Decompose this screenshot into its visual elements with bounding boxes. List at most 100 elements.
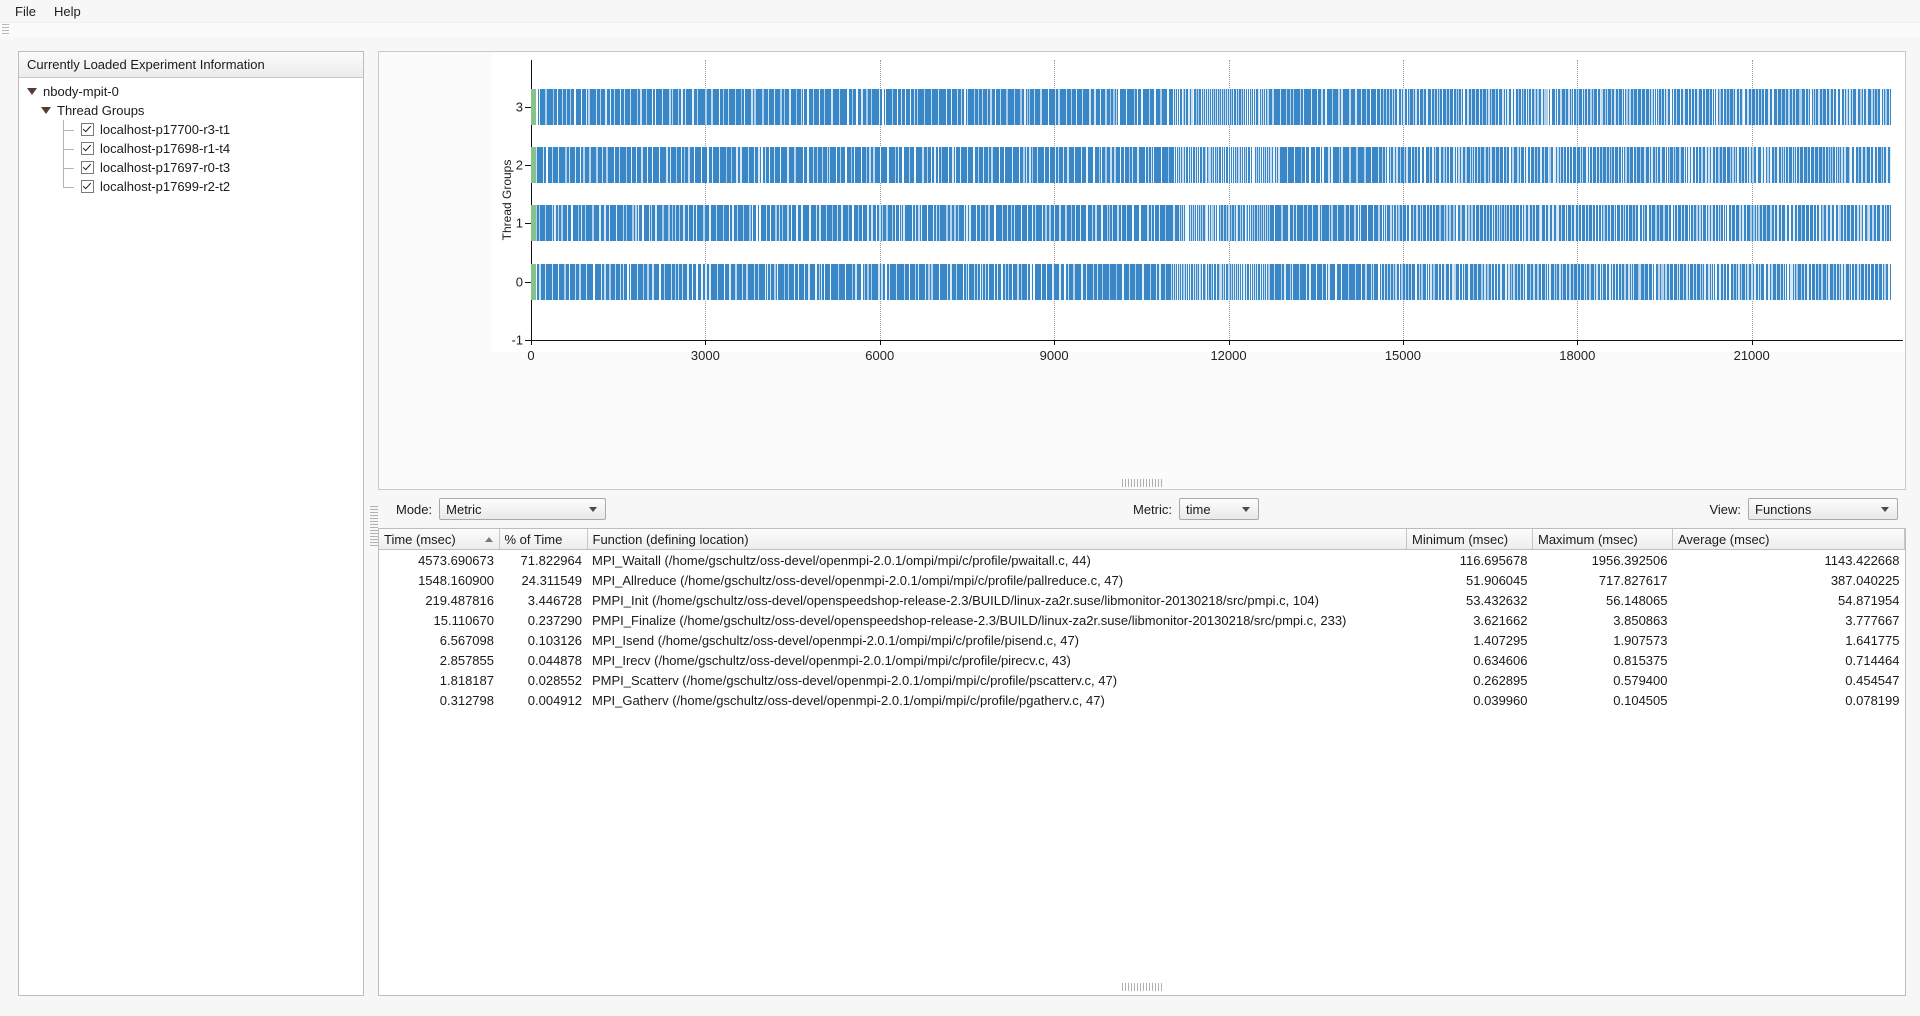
metric-label: Metric: xyxy=(1133,501,1172,517)
cell-avg: 0.078199 xyxy=(1845,692,1900,708)
cell-fn: MPI_Isend (/home/gschultz/oss-devel/open… xyxy=(592,632,1080,648)
cell-avg: 1143.422668 xyxy=(1824,552,1900,568)
cell-time: 4573.690673 xyxy=(418,552,494,568)
metric-control: Metric: time xyxy=(1133,498,1259,520)
column-header-maximum[interactable]: Maximum (msec) xyxy=(1532,529,1673,550)
cell-avg: 0.454547 xyxy=(1845,672,1900,688)
cell-time: 1548.160900 xyxy=(418,572,494,588)
view-control: View: Functions xyxy=(1709,498,1898,520)
cell-max: 0.104505 xyxy=(1613,692,1668,708)
x-tick-mark xyxy=(1402,340,1404,345)
y-tick-label: 1 xyxy=(515,215,523,231)
cell-max: 1956.392506 xyxy=(1591,552,1668,568)
column-header-average[interactable]: Average (msec) xyxy=(1672,529,1905,550)
thread-checkbox[interactable] xyxy=(81,123,94,136)
cell-max: 0.579400 xyxy=(1613,672,1668,688)
thread-checkbox[interactable] xyxy=(81,161,94,174)
tree-node-thread-2[interactable]: localhost-p17697-r0-t3 xyxy=(19,158,363,177)
cell-pct: 0.028552 xyxy=(527,672,582,688)
table-row[interactable]: 2.857855 0.044878 MPI_Irecv (/home/gschult… xyxy=(379,650,1905,670)
column-header-label: Minimum (msec) xyxy=(1412,531,1509,547)
cell-fn: MPI_Gatherv (/home/gschultz/oss-devel/op… xyxy=(592,692,1105,708)
chevron-down-icon[interactable] xyxy=(41,107,51,114)
timeline-bar-events xyxy=(536,263,1893,300)
x-tick-label: 9000 xyxy=(1039,348,1069,363)
experiment-info-header: Currently Loaded Experiment Information xyxy=(19,52,363,78)
x-tick-label: 3000 xyxy=(690,348,720,363)
x-tick-mark xyxy=(1751,340,1753,345)
timeline-bar-events xyxy=(536,147,1892,183)
chart-resize-grip[interactable] xyxy=(1122,479,1162,487)
mode-dropdown[interactable]: Metric xyxy=(439,498,607,520)
menu-item-file[interactable]: File xyxy=(6,2,45,21)
x-tick-mark xyxy=(1228,340,1230,345)
thread-checkbox[interactable] xyxy=(81,180,94,193)
tree-connector xyxy=(63,177,79,196)
table-row[interactable]: 1548.160900 24.311549 MPI_Allreduce (/home… xyxy=(379,570,1905,590)
column-header-minimum[interactable]: Minimum (msec) xyxy=(1406,529,1533,550)
tree-node-thread-3[interactable]: localhost-p17699-r2-t2 xyxy=(19,177,363,196)
cell-max: 1.907573 xyxy=(1613,632,1668,648)
chevron-down-icon xyxy=(589,506,598,512)
table-resize-grip[interactable] xyxy=(1122,983,1162,991)
cell-min: 116.695678 xyxy=(1459,552,1528,568)
cell-pct: 71.822964 xyxy=(520,552,582,568)
timeline-bar[interactable] xyxy=(531,263,1893,300)
chevron-down-icon xyxy=(1881,506,1889,512)
metric-dropdown[interactable]: time xyxy=(1179,498,1259,520)
column-header-function[interactable]: Function (defining location) xyxy=(587,529,1407,550)
table-row[interactable]: 15.110670 0.237290 PMPI_Finalize (/home/gs… xyxy=(379,610,1905,630)
mode-value: Metric xyxy=(446,501,482,517)
chevron-down-icon[interactable] xyxy=(27,88,37,95)
timeline-bar-events xyxy=(536,88,1891,125)
x-tick-label: 21000 xyxy=(1733,348,1770,363)
cell-min: 51.906045 xyxy=(1466,572,1528,588)
menu-item-help[interactable]: Help xyxy=(45,2,90,21)
column-header-label: % of Time xyxy=(504,531,563,547)
cell-pct: 0.044878 xyxy=(527,652,582,668)
toolbar-drag-handle[interactable] xyxy=(2,24,9,36)
tree-node-experiment-root[interactable]: nbody-mpit-0 xyxy=(19,82,363,101)
tree-node-thread-0[interactable]: localhost-p17700-r3-t1 xyxy=(19,120,363,139)
cell-max: 56.148065 xyxy=(1606,592,1668,608)
y-tick-label: 2 xyxy=(515,157,523,173)
menu-bar: File Help xyxy=(0,0,1920,23)
view-dropdown[interactable]: Functions xyxy=(1748,498,1898,520)
cell-time: 1.818187 xyxy=(439,672,494,688)
cell-time: 219.487816 xyxy=(425,592,494,608)
tree-node-thread-1[interactable]: localhost-p17698-r1-t4 xyxy=(19,139,363,158)
x-tick-label: 12000 xyxy=(1210,348,1247,363)
cell-min: 53.432632 xyxy=(1466,592,1528,608)
chevron-down-icon xyxy=(1242,506,1250,512)
x-tick-label: 15000 xyxy=(1384,348,1421,363)
column-header-pct[interactable]: % of Time xyxy=(499,529,588,550)
thread-checkbox[interactable] xyxy=(81,142,94,155)
column-header-time[interactable]: Time (msec) xyxy=(379,529,500,550)
timeline-bar[interactable] xyxy=(531,88,1892,125)
table-header-row: Time (msec) % of Time Function (defining… xyxy=(379,529,1905,550)
table-row[interactable]: 6.567098 0.103126 MPI_Isend (/home/gschult… xyxy=(379,630,1905,650)
cell-avg: 387.040225 xyxy=(1830,572,1900,588)
table-row[interactable]: 4573.690673 71.822964 MPI_Waitall (/home/g… xyxy=(379,550,1905,571)
tree-node-thread-groups[interactable]: Thread Groups xyxy=(19,101,363,120)
tree-node-label: localhost-p17700-r3-t1 xyxy=(100,122,231,137)
column-header-label: Average (msec) xyxy=(1678,531,1770,547)
view-label: View: xyxy=(1709,501,1741,517)
timeline-bar[interactable] xyxy=(531,147,1892,183)
table-row[interactable]: 0.312798 0.004912 MPI_Gatherv (/home/gschu… xyxy=(379,690,1905,710)
cell-time: 15.110670 xyxy=(433,612,495,628)
table-row[interactable]: 1.818187 0.028552 PMPI_Scatterv (/home/gsc… xyxy=(379,670,1905,690)
timeline-bar[interactable] xyxy=(531,205,1892,242)
cell-avg: 1.641775 xyxy=(1845,632,1900,648)
mode-control: Mode: Metric xyxy=(396,498,607,520)
table-row[interactable]: 219.487816 3.446728 PMPI_Init (/home/gschu… xyxy=(379,590,1905,610)
right-stack: -1 0 1 2 3 Thread Groups 0 3000 6000 9000 12000 150… xyxy=(378,51,1906,996)
vertical-splitter-handle[interactable] xyxy=(370,506,378,546)
column-header-label: Maximum (msec) xyxy=(1538,531,1638,547)
column-header-label: Time (msec) xyxy=(384,531,456,547)
cell-fn: MPI_Irecv (/home/gschultz/oss-devel/open… xyxy=(592,652,1071,668)
timeline-chart[interactable]: -1 0 1 2 3 Thread Groups 0 3000 6000 9000 12000 150… xyxy=(379,52,1905,412)
mode-label: Mode: xyxy=(396,501,433,517)
tree-node-label: Thread Groups xyxy=(57,103,145,118)
x-tick-mark xyxy=(879,340,881,345)
